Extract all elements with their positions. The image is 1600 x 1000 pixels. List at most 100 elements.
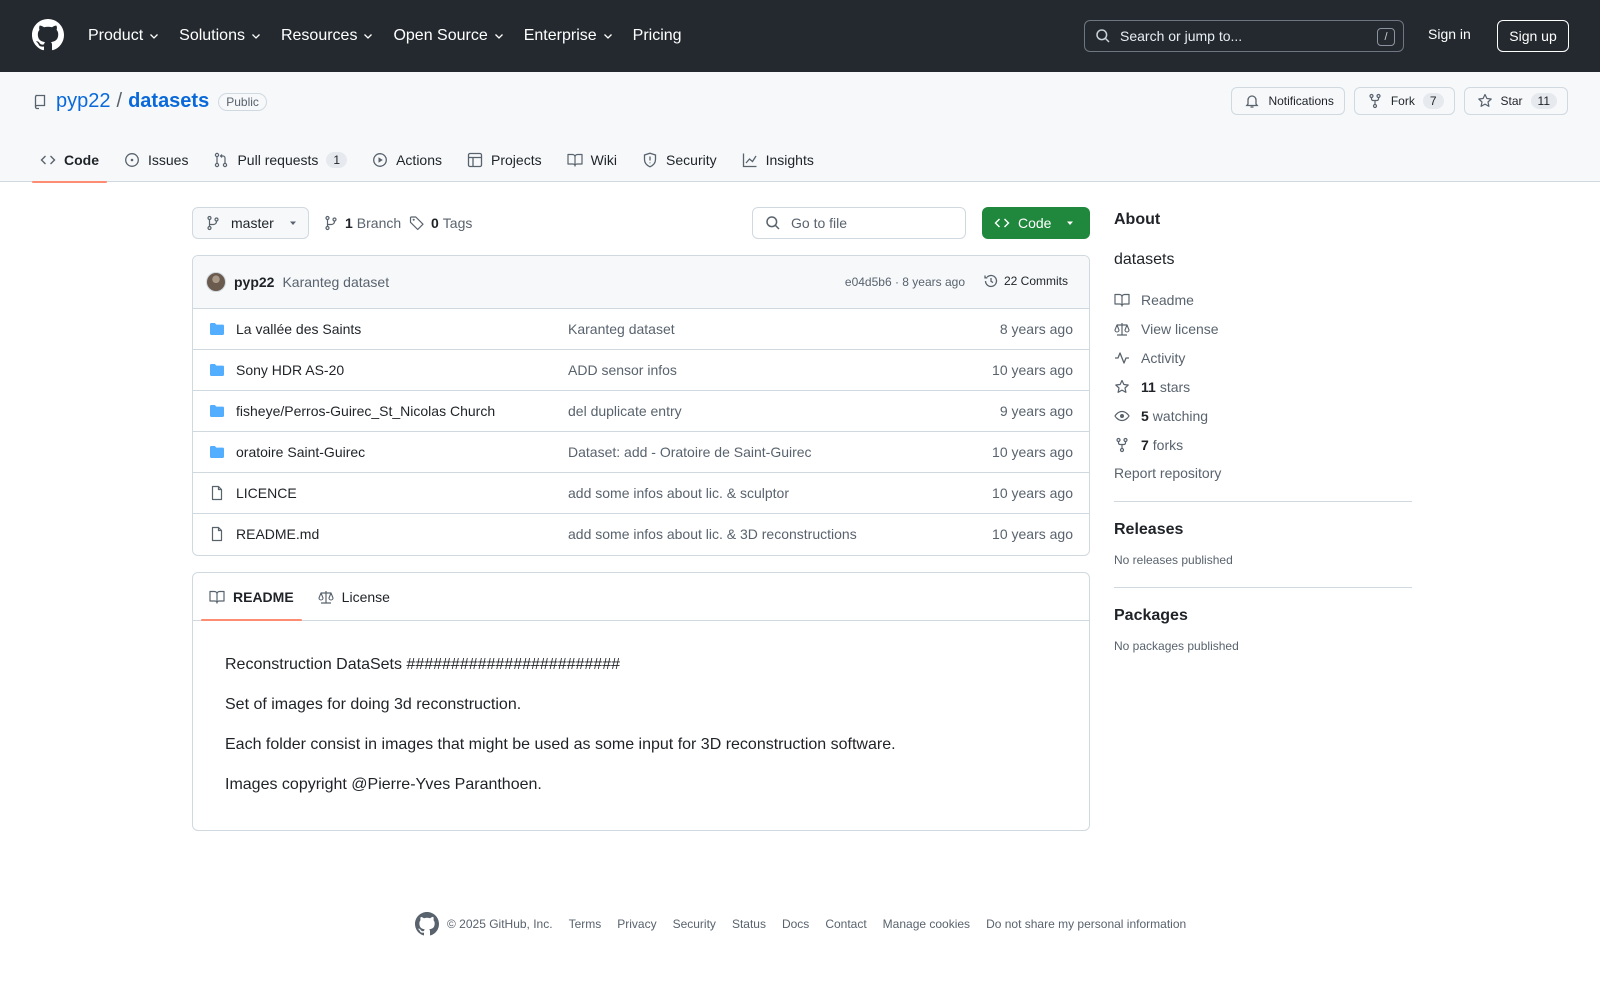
- commits-history-link[interactable]: 22 Commits: [983, 273, 1068, 289]
- book-icon: [566, 153, 583, 167]
- file-commit-message[interactable]: add some infos about lic. & 3D reconstru…: [568, 526, 857, 542]
- search-shortcut-key: /: [1377, 28, 1395, 46]
- pull-request-icon: [215, 152, 228, 167]
- search-input[interactable]: Search or jump to... /: [1084, 20, 1404, 52]
- nav-enterprise[interactable]: Enterprise: [524, 27, 614, 45]
- file-row[interactable]: fisheye/Perros-Guirec_St_Nicolas Church …: [193, 391, 1089, 432]
- search-icon: [1096, 29, 1110, 43]
- tab-issues[interactable]: Issues: [116, 137, 196, 182]
- sign-up-button[interactable]: Sign up: [1497, 20, 1569, 52]
- star-button[interactable]: Star 11: [1463, 87, 1568, 115]
- file-commit-message[interactable]: add some infos about lic. & sculptor: [568, 485, 789, 501]
- avatar[interactable]: [206, 272, 226, 292]
- footer-link-do-not-share[interactable]: Do not share my personal information: [986, 917, 1186, 931]
- footer-link-privacy[interactable]: Privacy: [617, 917, 656, 931]
- file-commit-message[interactable]: ADD sensor infos: [568, 362, 677, 378]
- fork-button[interactable]: Fork 7: [1353, 87, 1455, 115]
- repo-name-link[interactable]: datasets: [128, 90, 209, 113]
- file-row[interactable]: LICENCE add some infos about lic. & scul…: [193, 473, 1089, 514]
- commit-message-link[interactable]: Karanteg dataset: [282, 274, 389, 290]
- nav-label: Product: [88, 27, 144, 44]
- tab-pull-requests[interactable]: Pull requests 1: [205, 137, 355, 182]
- nav-label: Solutions: [179, 27, 245, 44]
- book-icon: [209, 590, 225, 604]
- file-name-link[interactable]: LICENCE: [236, 485, 297, 501]
- code-button[interactable]: Code: [982, 207, 1090, 239]
- file-commit-message[interactable]: del duplicate entry: [568, 403, 682, 419]
- readme-content: Reconstruction DataSets ################…: [193, 621, 1089, 794]
- tag-label: Tags: [442, 215, 473, 231]
- footer-link-docs[interactable]: Docs: [782, 917, 809, 931]
- notifications-button[interactable]: Notifications: [1231, 87, 1345, 115]
- footer-link-contact[interactable]: Contact: [825, 917, 866, 931]
- branch-selector[interactable]: master: [192, 207, 309, 239]
- sidebar-divider: [1114, 501, 1412, 502]
- github-mark-icon[interactable]: [415, 912, 439, 936]
- report-repository-link[interactable]: Report repository: [1114, 465, 1412, 481]
- stars-label: stars: [1159, 378, 1191, 395]
- repo-title: pyp22 / datasets Public: [32, 90, 267, 113]
- nav-label: Open Source: [393, 27, 488, 44]
- go-to-file-input[interactable]: Go to file: [752, 207, 966, 239]
- footer-link-status[interactable]: Status: [732, 917, 766, 931]
- tab-insights[interactable]: Insights: [734, 137, 822, 182]
- file-row[interactable]: Sony HDR AS-20 ADD sensor infos 10 years…: [193, 350, 1089, 391]
- tab-actions[interactable]: Actions: [364, 137, 450, 182]
- file-row[interactable]: La vallée des Saints Karanteg dataset 8 …: [193, 309, 1089, 350]
- tab-readme[interactable]: README: [201, 573, 302, 621]
- tag-count: 0: [431, 215, 439, 231]
- file-name-link[interactable]: oratoire Saint-Guirec: [236, 444, 365, 460]
- nav-solutions[interactable]: Solutions: [179, 27, 262, 45]
- watchers-link[interactable]: 5 watching: [1114, 401, 1412, 430]
- tab-security[interactable]: Security: [634, 137, 725, 182]
- nav-label: Pricing: [632, 27, 682, 44]
- commit-hash-time[interactable]: e04d5b6 · 8 years ago: [845, 275, 965, 289]
- github-logo-icon[interactable]: [32, 19, 64, 51]
- readme-link[interactable]: Readme: [1114, 285, 1412, 314]
- file-name-link[interactable]: La vallée des Saints: [236, 321, 361, 337]
- file-name-link[interactable]: fisheye/Perros-Guirec_St_Nicolas Church: [236, 403, 495, 419]
- tab-label: README: [233, 588, 294, 605]
- footer-link-security[interactable]: Security: [673, 917, 716, 931]
- repo-sidebar: About datasets Readme View license Activ…: [1114, 211, 1412, 653]
- file-commit-age: 10 years ago: [992, 444, 1073, 460]
- issue-icon: [125, 152, 139, 167]
- footer-link-terms[interactable]: Terms: [569, 917, 602, 931]
- forks-link[interactable]: 7 forks: [1114, 430, 1412, 459]
- nav-open-source[interactable]: Open Source: [393, 27, 504, 45]
- watching-summary: 5 watching: [1141, 408, 1208, 424]
- tab-label: Insights: [765, 151, 814, 168]
- file-name-link[interactable]: Sony HDR AS-20: [236, 362, 344, 378]
- tab-projects[interactable]: Projects: [459, 137, 550, 182]
- license-link[interactable]: View license: [1114, 314, 1412, 343]
- footer-link-manage-cookies[interactable]: Manage cookies: [883, 917, 970, 931]
- tab-code[interactable]: Code: [32, 137, 107, 183]
- branches-link[interactable]: 1 Branch: [323, 215, 401, 231]
- search-placeholder: Search or jump to...: [1120, 28, 1243, 44]
- commit-author-link[interactable]: pyp22: [234, 274, 274, 290]
- releases-heading[interactable]: Releases: [1114, 521, 1412, 539]
- code-icon: [994, 218, 1010, 228]
- sign-in-link[interactable]: Sign in: [1428, 26, 1471, 42]
- file-commit-message[interactable]: Dataset: add - Oratoire de Saint-Guirec: [568, 444, 812, 460]
- stars-link[interactable]: 11 stars: [1114, 372, 1412, 401]
- sidebar-divider: [1114, 587, 1412, 588]
- nav-product[interactable]: Product: [88, 27, 160, 45]
- readme-link-label: Readme: [1141, 291, 1194, 308]
- file-name-link[interactable]: README.md: [236, 526, 319, 542]
- packages-heading[interactable]: Packages: [1114, 607, 1412, 625]
- history-icon: [984, 274, 998, 288]
- nav-resources[interactable]: Resources: [281, 27, 374, 45]
- file-commit-message[interactable]: Karanteg dataset: [568, 321, 675, 337]
- nav-pricing[interactable]: Pricing: [633, 27, 682, 45]
- file-row[interactable]: README.md add some infos about lic. & 3D…: [193, 514, 1089, 555]
- file-row[interactable]: oratoire Saint-Guirec Dataset: add - Ora…: [193, 432, 1089, 473]
- tab-wiki[interactable]: Wiki: [559, 137, 625, 182]
- footer-copyright: © 2025 GitHub, Inc.: [447, 917, 553, 931]
- tags-link[interactable]: 0 Tags: [409, 215, 472, 231]
- stars-count: 11: [1141, 378, 1156, 395]
- tab-license[interactable]: License: [310, 573, 398, 620]
- tab-label: Actions: [396, 151, 443, 168]
- activity-link[interactable]: Activity: [1114, 343, 1412, 372]
- repo-owner-link[interactable]: pyp22: [56, 90, 111, 113]
